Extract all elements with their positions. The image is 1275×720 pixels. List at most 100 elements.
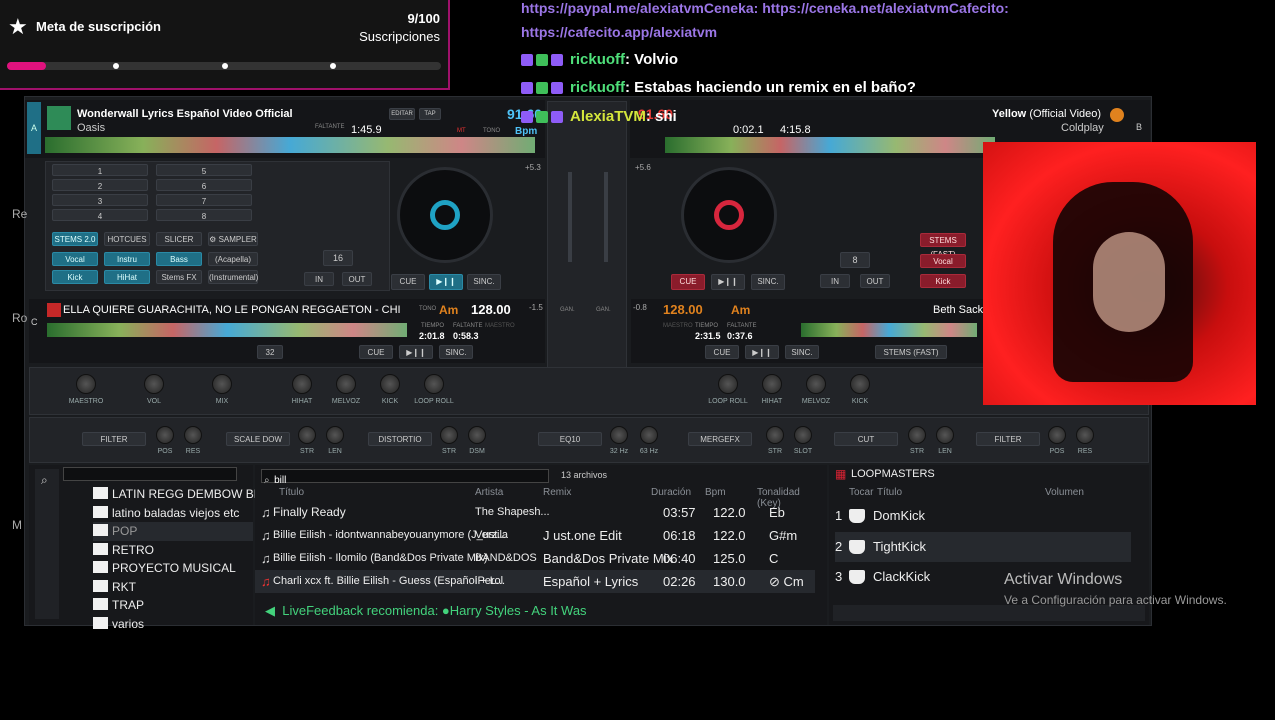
fx-small-knob[interactable] xyxy=(766,426,784,444)
fx-knob[interactable] xyxy=(212,374,232,394)
track-row[interactable]: ♫ Billie Eilish - Ilomilo (Band&Dos Priva… xyxy=(255,547,815,570)
deck-d-cue-button[interactable]: CUE xyxy=(705,345,739,359)
chat-link-line-2[interactable]: https://cafecito.app/alexiatvm xyxy=(521,24,717,40)
fx-small-knob[interactable] xyxy=(468,426,486,444)
fx-select-mergefx[interactable]: MERGEFX xyxy=(688,432,752,446)
eq-knob[interactable] xyxy=(640,426,658,444)
sampler-item[interactable]: 2 TightKick xyxy=(835,531,1131,562)
fx-knob[interactable] xyxy=(762,374,782,394)
hotcue-7[interactable]: 7 xyxy=(156,194,252,206)
hotcue-4[interactable]: 4 xyxy=(52,209,148,221)
deck-a-sync-button[interactable]: SINC. xyxy=(467,274,501,290)
fx-small-knob[interactable] xyxy=(326,426,344,444)
folder-item[interactable]: TRAP xyxy=(93,596,253,615)
folder-item[interactable]: latino baladas viejos etc xyxy=(93,504,253,523)
fx-knob[interactable] xyxy=(850,374,870,394)
fx-knob[interactable] xyxy=(76,374,96,394)
track-column-header[interactable]: Remix xyxy=(543,487,571,498)
track-row[interactable]: ♫ Finally Ready The Shapesh... 03:57 122.0 Eb xyxy=(255,501,815,524)
pad-bass[interactable]: Bass xyxy=(156,252,202,266)
eq-select[interactable]: EQ10 xyxy=(538,432,602,446)
fx-small-knob[interactable] xyxy=(1076,426,1094,444)
deck-d-sync-button[interactable]: SINC. xyxy=(785,345,819,359)
deck-b-stems-tab[interactable]: STEMS (FAST) xyxy=(920,233,966,259)
deck-b-waveform[interactable] xyxy=(665,137,995,153)
tap-button[interactable]: TAP xyxy=(419,108,441,120)
track-column-header[interactable]: Artista xyxy=(475,487,503,498)
folder-item[interactable]: RKT xyxy=(93,578,253,597)
pad-vocal[interactable]: Vocal xyxy=(52,252,98,266)
deck-a-cue-button[interactable]: CUE xyxy=(391,274,425,290)
loop-in-button[interactable]: IN xyxy=(304,272,334,286)
hotcue-8[interactable]: 8 xyxy=(156,209,252,221)
track-search-input[interactable]: ⌕ bill xyxy=(261,469,549,486)
search-icon[interactable]: ⌕ xyxy=(41,473,48,488)
pad-acapella[interactable]: (Acapella) xyxy=(208,252,258,266)
loop-size[interactable]: 16 xyxy=(323,250,353,266)
pad-tab-hotcues[interactable]: HOTCUES xyxy=(104,232,150,246)
deck-c-sync-button[interactable]: SINC. xyxy=(439,345,473,359)
track-column-header[interactable]: Título xyxy=(279,487,304,498)
folder-item[interactable]: POP xyxy=(93,522,253,541)
eq-knob[interactable] xyxy=(610,426,628,444)
loop-out-button[interactable]: OUT xyxy=(342,272,372,286)
fx-select-cut[interactable]: CUT xyxy=(834,432,898,446)
deck-b-loop-in-button[interactable]: IN xyxy=(820,274,850,288)
hotcue-3[interactable]: 3 xyxy=(52,194,148,206)
fx-small-knob[interactable] xyxy=(298,426,316,444)
fx-knob[interactable] xyxy=(336,374,356,394)
folder-item[interactable]: PROYECTO MUSICAL xyxy=(93,559,253,578)
deck-b-pad-vocal[interactable]: Vocal xyxy=(920,254,966,268)
channel-a-fader-track[interactable] xyxy=(568,172,572,262)
folder-item[interactable]: RETRO xyxy=(93,541,253,560)
deck-d-waveform[interactable] xyxy=(801,323,977,337)
track-row[interactable]: ♫ Billie Eilish - idontwannabeyouanymore … xyxy=(255,524,815,547)
pad-instru[interactable]: Instru xyxy=(104,252,150,266)
pad-tab-slicer[interactable]: SLICER xyxy=(156,232,202,246)
deck-d-stems-select[interactable]: STEMS (FAST) xyxy=(875,345,947,359)
deck-b-pad-kick[interactable]: Kick xyxy=(920,274,966,288)
track-column-header[interactable]: Duración xyxy=(651,487,691,498)
fx-small-knob[interactable] xyxy=(936,426,954,444)
fx-small-knob[interactable] xyxy=(440,426,458,444)
pad-tab-sampler[interactable]: ⚙ SAMPLER xyxy=(208,232,258,246)
folder-item[interactable]: varios xyxy=(93,615,253,634)
chat-link-line-1[interactable]: https://paypal.me/alexiatvmCeneka: https… xyxy=(521,0,1009,16)
fx-knob[interactable] xyxy=(718,374,738,394)
pad-hihat[interactable]: HiHat xyxy=(104,270,150,284)
hotcue-1[interactable]: 1 xyxy=(52,164,148,176)
track-row[interactable]: ♫ Charli xcx ft. Billie Eilish - Guess (E… xyxy=(255,570,815,593)
fx-select-filter-b[interactable]: FILTER xyxy=(976,432,1040,446)
fx-small-knob[interactable] xyxy=(794,426,812,444)
fx-knob[interactable] xyxy=(806,374,826,394)
fx-knob[interactable] xyxy=(292,374,312,394)
fx-select-scale[interactable]: SCALE DOW xyxy=(226,432,290,446)
track-column-header[interactable]: Bpm xyxy=(705,487,726,498)
pad-instrumental[interactable]: (Instrumental) xyxy=(208,270,258,284)
fx-small-knob[interactable] xyxy=(156,426,174,444)
chat-username[interactable]: rickuoff xyxy=(570,79,625,96)
deck-a-waveform[interactable] xyxy=(45,137,535,153)
folder-item[interactable]: LATIN REGG DEMBOW BR AF xyxy=(93,485,280,504)
deck-c-cue-button[interactable]: CUE xyxy=(359,345,393,359)
hotcue-2[interactable]: 2 xyxy=(52,179,148,191)
deck-c-waveform[interactable] xyxy=(47,323,407,337)
deck-c-loop-size[interactable]: 32 xyxy=(257,345,283,359)
fx-small-knob[interactable] xyxy=(908,426,926,444)
deck-a-jogwheel[interactable] xyxy=(397,167,493,263)
fx-knob[interactable] xyxy=(144,374,164,394)
deck-b-sync-button[interactable]: SINC. xyxy=(751,274,785,290)
chat-username[interactable]: rickuoff xyxy=(570,51,625,68)
fx-select-distortion[interactable]: DISTORTIO xyxy=(368,432,432,446)
deck-b-jogwheel[interactable] xyxy=(681,167,777,263)
pad-stems-fx[interactable]: Stems FX xyxy=(156,270,202,284)
deck-c-play-button[interactable]: ▶❙❙ xyxy=(399,345,433,359)
pad-tab-stems[interactable]: STEMS 2.0 xyxy=(52,232,98,246)
livefeedback-bar[interactable]: ◀ LiveFeedback recomienda: ●Harry Styles… xyxy=(265,603,587,619)
deck-b-play-button[interactable]: ▶❙❙ xyxy=(711,274,745,290)
hotcue-5[interactable]: 5 xyxy=(156,164,252,176)
arrow-left-icon[interactable]: ◀ xyxy=(265,603,275,618)
deck-b-cue-button[interactable]: CUE xyxy=(671,274,705,290)
fx-select-filter[interactable]: FILTER xyxy=(82,432,146,446)
deck-b-loop-size[interactable]: 8 xyxy=(840,252,870,268)
